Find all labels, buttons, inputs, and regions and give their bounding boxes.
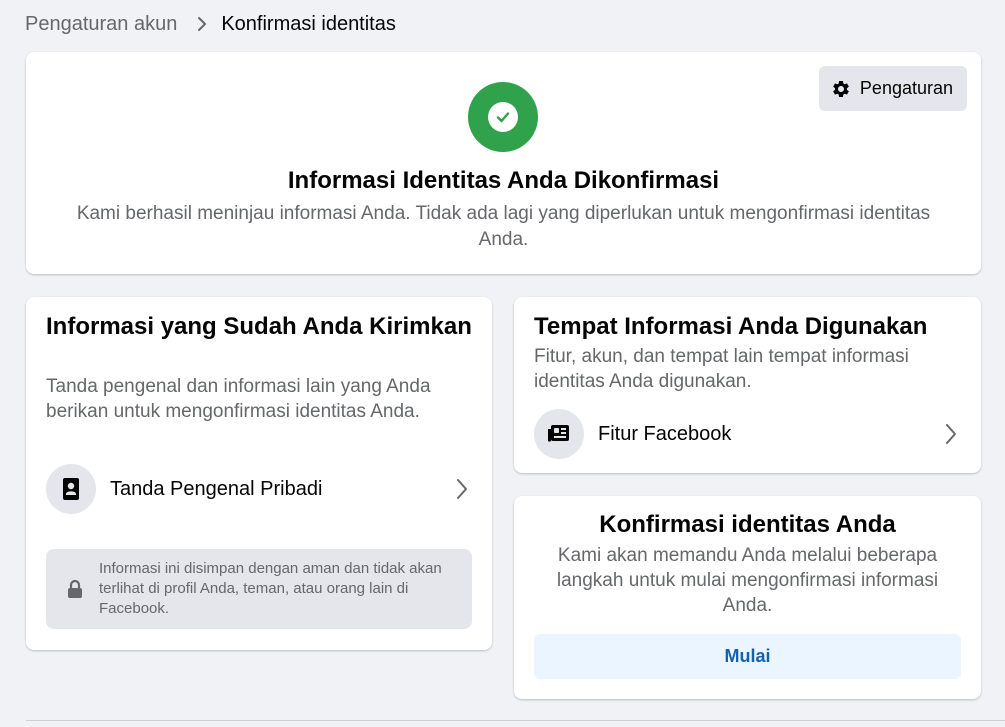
confirm-identity-description: Kami akan memandu Anda melalui beberapa … — [556, 545, 939, 616]
info-usage-card: Tempat Informasi Anda Digunakan Fitur, a… — [514, 297, 981, 473]
personal-id-label: Tanda Pengenal Pribadi — [110, 477, 323, 500]
confirm-identity-card: Konfirmasi identitas Anda Kami akan mema… — [514, 496, 981, 699]
breadcrumb-link-account-settings[interactable]: Pengaturan akun — [25, 13, 177, 36]
submitted-info-description: Tanda pengenal dan informasi lain yang A… — [46, 376, 431, 422]
status-title: Informasi Identitas Anda Dikonfirmasi — [287, 167, 720, 194]
gear-icon — [831, 79, 851, 99]
submitted-info-card: Informasi yang Sudah Anda Kirimkan Tanda… — [26, 297, 492, 650]
check-circle-icon — [468, 82, 538, 152]
identity-status-card: Pengaturan Informasi Identitas Anda Diko… — [26, 52, 981, 274]
privacy-note-text: Informasi ini disimpan dengan aman dan t… — [99, 560, 442, 617]
breadcrumb-current-page: Konfirmasi identitas — [221, 12, 396, 35]
news-feed-icon — [534, 409, 584, 459]
chevron-right-icon — [452, 477, 472, 501]
chevron-right-icon — [197, 16, 207, 32]
info-usage-title: Tempat Informasi Anda Digunakan — [534, 313, 928, 340]
settings-button-label: Pengaturan — [859, 78, 953, 98]
submitted-info-title: Informasi yang Sudah Anda Kirimkan — [46, 313, 472, 340]
divider — [26, 720, 1005, 721]
facebook-features-row[interactable]: Fitur Facebook — [534, 409, 961, 459]
start-button[interactable]: Mulai — [534, 634, 961, 679]
lock-icon — [66, 579, 84, 599]
info-usage-description: Fitur, akun, dan tempat lain tempat info… — [534, 346, 909, 392]
facebook-features-label: Fitur Facebook — [598, 422, 732, 445]
confirm-identity-title: Konfirmasi identitas Anda — [599, 511, 896, 538]
chevron-right-icon — [941, 422, 961, 446]
privacy-note: Informasi ini disimpan dengan aman dan t… — [46, 549, 472, 629]
personal-id-row[interactable]: Tanda Pengenal Pribadi — [46, 464, 472, 514]
status-description: Kami berhasil meninjau informasi Anda. T… — [76, 203, 931, 250]
settings-button[interactable]: Pengaturan — [818, 66, 967, 111]
breadcrumb: Pengaturan akun Konfirmasi identitas — [25, 11, 396, 37]
id-badge-icon — [46, 464, 96, 514]
